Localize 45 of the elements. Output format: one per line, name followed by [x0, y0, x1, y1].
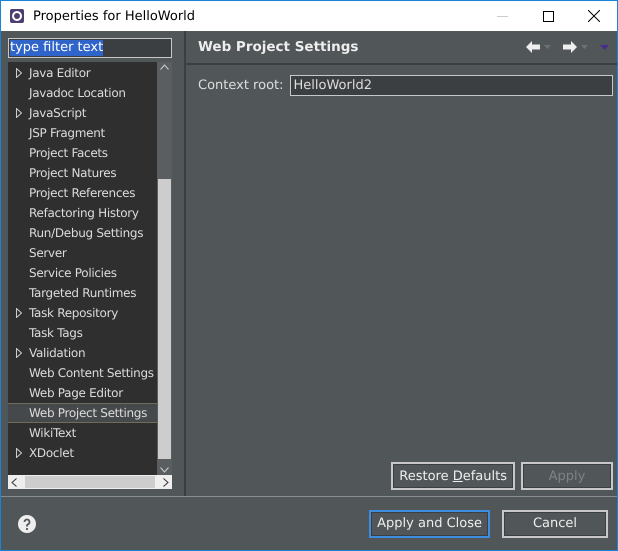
expand-icon[interactable] — [16, 308, 22, 318]
scroll-right-icon[interactable] — [163, 478, 169, 486]
tree-item[interactable]: Run/Debug Settings — [8, 224, 157, 242]
tree-item[interactable]: Task Repository — [8, 304, 157, 322]
context-root-field[interactable]: HelloWorld2 — [290, 75, 613, 96]
expand-icon[interactable] — [16, 108, 22, 118]
scroll-up-icon[interactable] — [160, 64, 169, 70]
scroll-down-icon[interactable] — [160, 467, 169, 473]
close-icon[interactable] — [588, 10, 600, 22]
scrollbar-thumb[interactable] — [25, 476, 155, 488]
apply-and-close-button[interactable]: Apply and Close — [369, 510, 490, 538]
tree-item[interactable]: WikiText — [8, 424, 157, 442]
window-title: Properties for HelloWorld — [33, 8, 196, 24]
tree-item[interactable]: Server — [8, 244, 157, 262]
scroll-left-icon[interactable] — [11, 478, 17, 486]
forward-arrow-icon[interactable] — [563, 41, 577, 53]
expand-icon[interactable] — [16, 348, 22, 358]
back-arrow-icon[interactable] — [526, 41, 540, 53]
page-title: Web Project Settings — [198, 39, 360, 55]
tree-item[interactable]: Targeted Runtimes — [8, 284, 157, 302]
help-icon[interactable] — [18, 514, 36, 532]
app-icon — [9, 8, 25, 24]
expand-icon[interactable] — [16, 68, 22, 78]
tree-item[interactable]: Javadoc Location — [8, 84, 157, 102]
cancel-button[interactable]: Cancel — [502, 510, 608, 538]
field-label: Context root: — [198, 78, 284, 93]
maximize-icon[interactable] — [542, 10, 554, 22]
tree-item[interactable]: XDoclet — [8, 444, 157, 462]
tree-item[interactable]: Task Tags — [8, 324, 157, 342]
tree-item[interactable]: Refactoring History — [8, 204, 157, 222]
expand-icon[interactable] — [16, 448, 22, 458]
tree-item[interactable]: Java Editor — [8, 64, 157, 82]
tree-item[interactable]: Project Facets — [8, 144, 157, 162]
tree-item[interactable]: Service Policies — [8, 264, 157, 282]
tree-item[interactable]: JavaScript — [8, 104, 157, 122]
tree-item[interactable]: Web Content Settings — [8, 364, 157, 382]
filter-field[interactable]: type filter text — [8, 38, 172, 58]
restore-defaults-button[interactable]: Restore Defaults — [391, 462, 515, 490]
scrollbar-thumb[interactable] — [158, 178, 171, 458]
tree-item[interactable]: Project References — [8, 184, 157, 202]
tree-item[interactable]: Project Natures — [8, 164, 157, 182]
tree-item[interactable]: Validation — [8, 344, 157, 362]
tree-item[interactable]: Web Page Editor — [8, 384, 157, 402]
tree-item[interactable]: JSP Fragment — [8, 124, 157, 142]
tree-item[interactable]: Web Project Settings — [8, 404, 157, 422]
